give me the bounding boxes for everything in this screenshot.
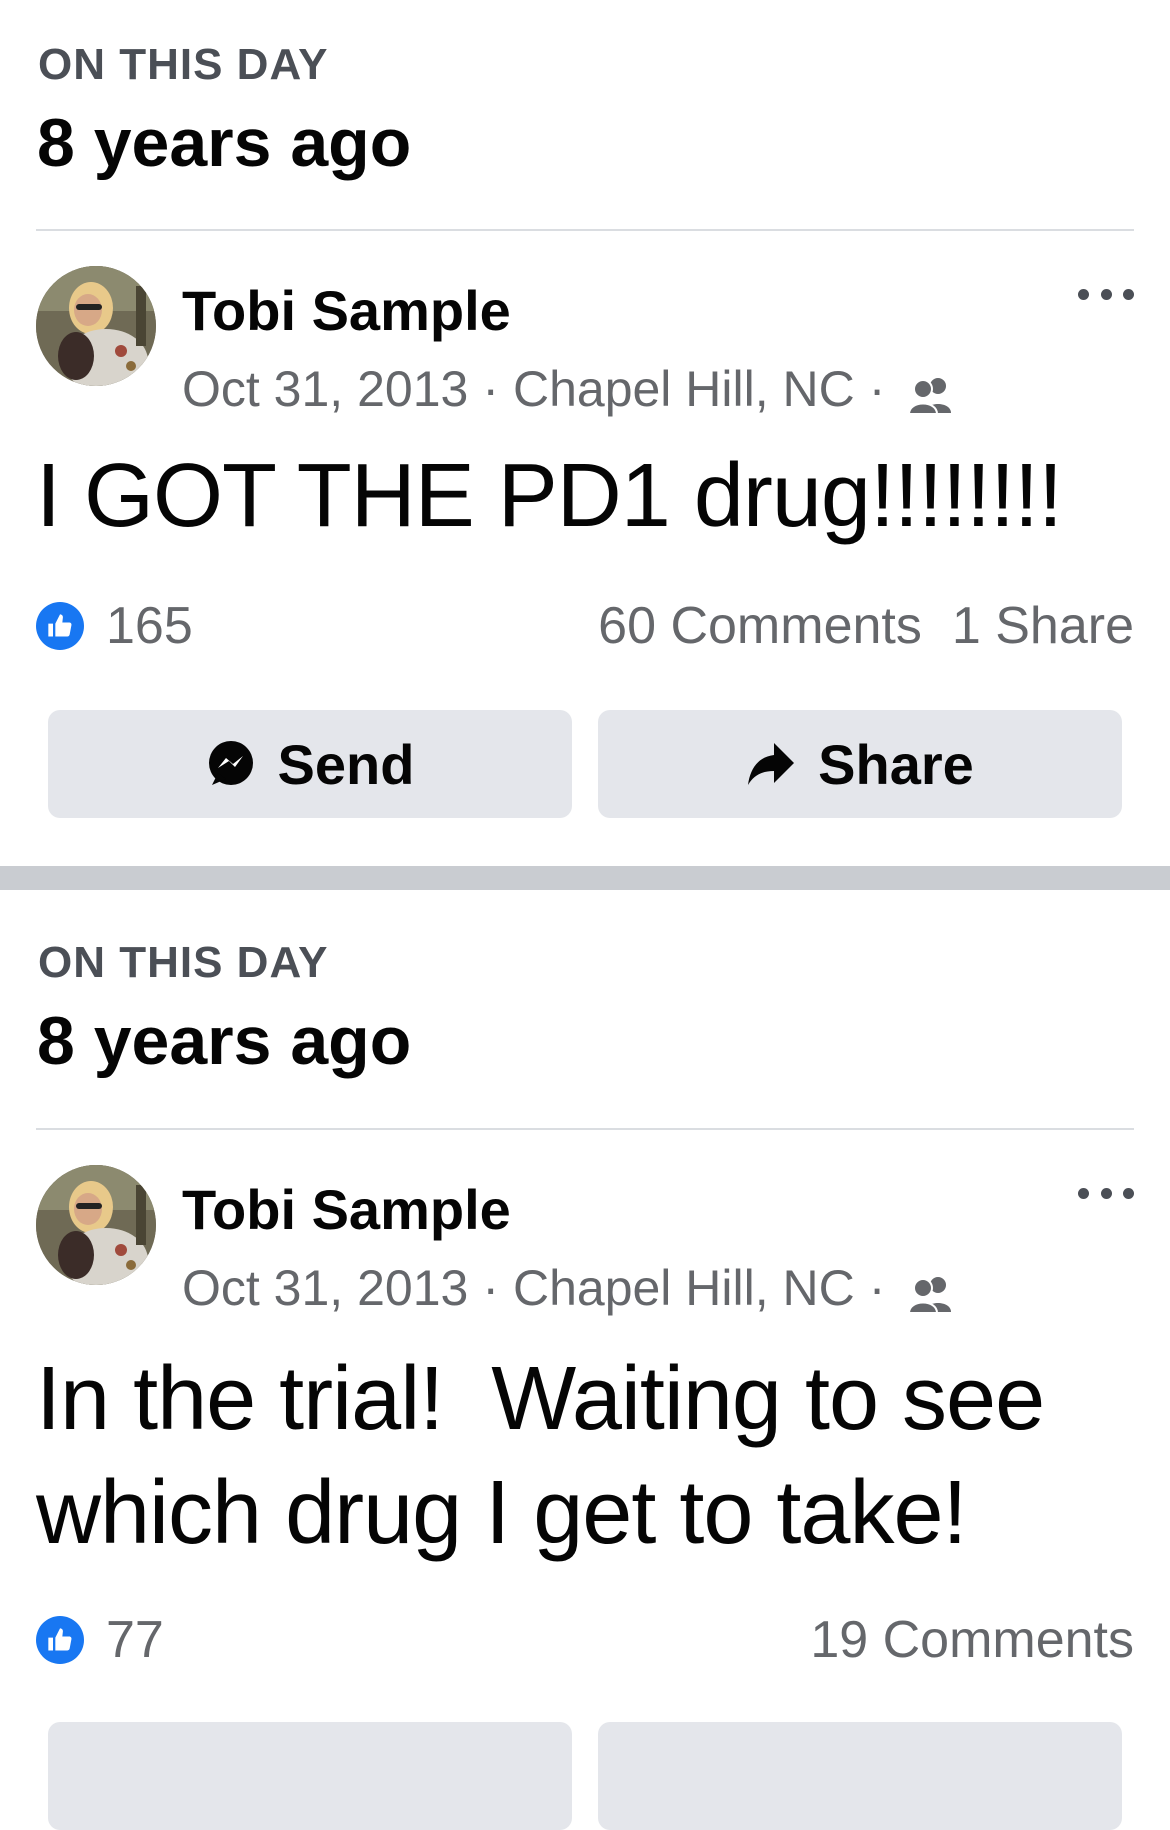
post-date[interactable]: Oct 31, 2013: [182, 1259, 468, 1317]
meta-separator: ·: [868, 361, 886, 417]
comment-count[interactable]: 60 Comments: [598, 596, 922, 656]
like-count[interactable]: 165: [106, 596, 193, 656]
post-location[interactable]: Chapel Hill, NC: [513, 360, 855, 418]
post-text: In the trial! Waiting to see which drug …: [36, 1349, 1069, 1563]
divider: [36, 1128, 1134, 1130]
like-icon: [36, 602, 84, 650]
avatar[interactable]: [36, 266, 156, 386]
share-label: Share: [818, 732, 974, 796]
section-title: 8 years ago: [37, 105, 412, 181]
post-meta: Oct 31, 2013 · Chapel Hill, NC ·: [182, 1259, 957, 1317]
section-heading: ON THIS DAY: [38, 40, 329, 89]
divider: [36, 229, 1134, 231]
avatar-photo: [36, 1165, 156, 1285]
meta-separator: ·: [482, 361, 499, 417]
meta-separator: ·: [868, 1260, 886, 1316]
friends-icon: [907, 369, 957, 415]
dot: [1123, 1187, 1134, 1199]
memory-card: ON THIS DAY 8 years ago Tobi Sample Oct …: [0, 890, 1170, 1830]
author-name[interactable]: Tobi Sample: [182, 1177, 511, 1242]
more-options-button[interactable]: [1078, 282, 1134, 306]
share-count[interactable]: 1 Share: [952, 596, 1134, 656]
dot: [1100, 288, 1112, 300]
avatar[interactable]: [36, 1165, 156, 1285]
memory-card: ON THIS DAY 8 years ago Tobi Sample Oct …: [0, 0, 1170, 866]
meta-separator: ·: [482, 1260, 499, 1316]
section-title: 8 years ago: [37, 1003, 412, 1079]
post-text: I GOT THE PD1 drug!!!!!!!!: [36, 446, 1063, 546]
post-location[interactable]: Chapel Hill, NC: [513, 1259, 855, 1317]
like-count[interactable]: 77: [106, 1610, 164, 1670]
section-heading: ON THIS DAY: [38, 938, 329, 987]
share-arrow-icon: [748, 743, 795, 785]
share-button[interactable]: Share: [598, 710, 1122, 818]
post-actions: [48, 1722, 1122, 1830]
section-separator: [0, 866, 1170, 890]
send-button[interactable]: Send: [48, 710, 572, 818]
send-button[interactable]: [48, 1722, 572, 1830]
comment-count[interactable]: 19 Comments: [810, 1610, 1134, 1670]
messenger-icon: [208, 741, 253, 785]
post-meta: Oct 31, 2013 · Chapel Hill, NC ·: [182, 360, 957, 418]
dot: [1078, 1187, 1089, 1199]
send-label: Send: [277, 732, 415, 796]
post-actions: Send Share: [48, 710, 1122, 818]
dot: [1100, 1187, 1112, 1199]
more-options-button[interactable]: [1078, 1181, 1134, 1205]
post-stats: 165 60 Comments 1 Share: [36, 596, 1134, 656]
friends-icon: [907, 1268, 957, 1314]
post-stats: 77 19 Comments: [36, 1610, 1134, 1670]
share-button[interactable]: [598, 1722, 1122, 1830]
avatar-photo: [36, 266, 156, 386]
like-icon: [36, 1616, 84, 1664]
author-name[interactable]: Tobi Sample: [182, 278, 511, 343]
dot: [1123, 288, 1134, 300]
dot: [1078, 288, 1089, 300]
post-date[interactable]: Oct 31, 2013: [182, 360, 468, 418]
